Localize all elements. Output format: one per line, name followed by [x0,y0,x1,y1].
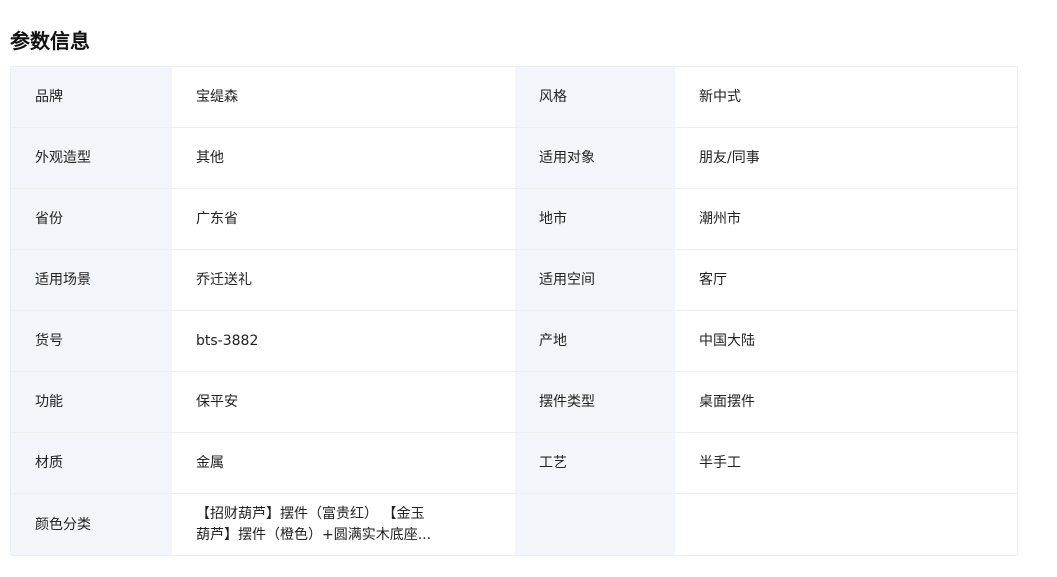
param-value-function: 保平安 [172,372,515,433]
param-value-appearance: 其他 [172,128,515,189]
param-value-city: 潮州市 [675,189,1017,250]
params-table: 品牌 宝缇森 风格 新中式 外观造型 其他 适用对象 朋友/同事 省份 广东省 … [10,66,1018,556]
param-value-space: 客厅 [675,250,1017,311]
param-label-empty [515,494,675,555]
param-value-color-text: 【招财葫芦】摆件（富贵红） 【金玉葫芦】摆件（橙色）+圆满实木底座... [196,505,432,543]
param-value-brand: 宝缇森 [172,67,515,128]
param-value-target: 朋友/同事 [675,128,1017,189]
param-label-craft: 工艺 [515,433,675,494]
param-value-province: 广东省 [172,189,515,250]
param-label-ornament-type: 摆件类型 [515,372,675,433]
param-label-function: 功能 [11,372,172,433]
param-label-style: 风格 [515,67,675,128]
param-label-space: 适用空间 [515,250,675,311]
param-label-origin: 产地 [515,311,675,372]
param-value-empty [675,494,1017,555]
param-value-origin: 中国大陆 [675,311,1017,372]
param-value-item-no: bts-3882 [172,311,515,372]
param-label-material: 材质 [11,433,172,494]
param-value-scene: 乔迁送礼 [172,250,515,311]
param-label-color: 颜色分类 [11,494,172,555]
param-label-city: 地市 [515,189,675,250]
param-label-brand: 品牌 [11,67,172,128]
param-label-province: 省份 [11,189,172,250]
param-label-item-no: 货号 [11,311,172,372]
param-value-material: 金属 [172,433,515,494]
param-value-ornament-type: 桌面摆件 [675,372,1017,433]
param-label-appearance: 外观造型 [11,128,172,189]
param-label-scene: 适用场景 [11,250,172,311]
param-value-craft: 半手工 [675,433,1017,494]
param-value-color: 【招财葫芦】摆件（富贵红） 【金玉葫芦】摆件（橙色）+圆满实木底座... [172,494,515,555]
param-value-style: 新中式 [675,67,1017,128]
param-label-target: 适用对象 [515,128,675,189]
section-title: 参数信息 [10,29,90,53]
